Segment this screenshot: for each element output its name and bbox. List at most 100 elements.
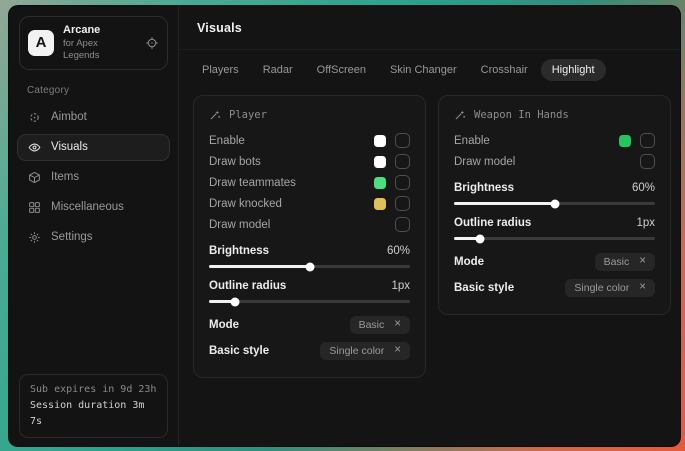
page-title: Visuals xyxy=(197,21,242,35)
panel-player: Player Enable Draw bots Draw teammates D… xyxy=(193,95,426,378)
select-row-basic-style: Basic style Single color × xyxy=(454,275,655,301)
panel-rows: Enable Draw bots Draw teammates Draw kno… xyxy=(209,130,410,364)
remove-option-icon[interactable]: × xyxy=(639,256,646,268)
slider-value: 60% xyxy=(632,182,655,194)
tab-radar[interactable]: Radar xyxy=(252,59,304,81)
chip-label: Single color xyxy=(329,345,384,357)
main-header: Visuals xyxy=(179,6,680,50)
slider-value: 1px xyxy=(391,280,410,292)
sidebar-item-label: Miscellaneous xyxy=(51,201,124,213)
slider-track[interactable] xyxy=(209,265,410,268)
toggle-row-draw-teammates: Draw teammates xyxy=(209,172,410,193)
desktop-background: A Arcane for Apex Legends Category Aimbo… xyxy=(0,0,685,451)
toggle-label: Enable xyxy=(454,135,490,147)
select-label: Basic style xyxy=(209,345,269,357)
app-title: Arcane xyxy=(63,24,136,38)
eye-icon xyxy=(28,141,41,154)
slider-thumb[interactable] xyxy=(550,199,559,208)
remove-option-icon[interactable]: × xyxy=(394,345,401,357)
remove-option-icon[interactable]: × xyxy=(639,282,646,294)
sidebar: A Arcane for Apex Legends Category Aimbo… xyxy=(9,6,179,446)
select-label: Basic style xyxy=(454,282,514,294)
slider-thumb[interactable] xyxy=(305,262,314,271)
app-subtitle: for Apex Legends xyxy=(63,38,136,62)
selected-option-chip[interactable]: Single color × xyxy=(320,342,410,360)
selected-option-chip[interactable]: Basic × xyxy=(350,316,410,334)
color-swatch[interactable] xyxy=(374,198,386,210)
slider-track[interactable] xyxy=(454,237,655,240)
slider-track[interactable] xyxy=(209,300,410,303)
checkbox[interactable] xyxy=(395,133,410,148)
panel-title: Weapon In Hands xyxy=(474,109,569,121)
sidebar-item-settings[interactable]: Settings xyxy=(17,224,170,251)
slider-thumb[interactable] xyxy=(231,297,240,306)
color-swatch[interactable] xyxy=(374,135,386,147)
tab-skin-changer[interactable]: Skin Changer xyxy=(379,59,468,81)
toggle-row-draw-model: Draw model xyxy=(209,214,410,235)
remove-option-icon[interactable]: × xyxy=(394,319,401,331)
toggle-row-draw-knocked: Draw knocked xyxy=(209,193,410,214)
color-swatch[interactable] xyxy=(374,156,386,168)
toggle-row-enable: Enable xyxy=(209,130,410,151)
select-label: Mode xyxy=(454,256,484,268)
tab-crosshair[interactable]: Crosshair xyxy=(470,59,539,81)
panel-title: Player xyxy=(229,109,267,121)
checkbox[interactable] xyxy=(395,217,410,232)
slider-row-outline-radius: Outline radius 1px xyxy=(454,214,655,240)
select-row-basic-style: Basic style Single color × xyxy=(209,338,410,364)
crosshair-icon xyxy=(28,111,41,124)
wand-icon xyxy=(209,109,221,121)
slider-row-outline-radius: Outline radius 1px xyxy=(209,277,410,303)
sidebar-nav: Aimbot Visuals Items Miscellaneous Setti… xyxy=(9,104,178,251)
panel-rows: Enable Draw model Brightness 60% Outline… xyxy=(454,130,655,301)
toggle-label: Draw knocked xyxy=(209,198,282,210)
checkbox[interactable] xyxy=(395,175,410,190)
slider-label: Outline radius xyxy=(454,217,531,229)
tab-highlight[interactable]: Highlight xyxy=(541,59,606,81)
tab-bar: PlayersRadarOffScreenSkin ChangerCrossha… xyxy=(179,50,680,87)
sidebar-item-aimbot[interactable]: Aimbot xyxy=(17,104,170,131)
toggle-label: Draw model xyxy=(209,219,270,231)
sidebar-item-label: Visuals xyxy=(51,141,88,153)
toggle-row-enable: Enable xyxy=(454,130,655,151)
app-meta: Arcane for Apex Legends xyxy=(63,24,136,62)
slider-row-brightness: Brightness 60% xyxy=(209,242,410,268)
chip-label: Single color xyxy=(574,282,629,294)
target-icon[interactable] xyxy=(145,36,159,50)
slider-track[interactable] xyxy=(454,202,655,205)
sidebar-item-label: Settings xyxy=(51,231,93,243)
slider-value: 1px xyxy=(636,217,655,229)
select-row-mode: Mode Basic × xyxy=(454,249,655,275)
chip-label: Basic xyxy=(359,319,385,331)
checkbox[interactable] xyxy=(395,154,410,169)
sidebar-item-miscellaneous[interactable]: Miscellaneous xyxy=(17,194,170,221)
checkbox[interactable] xyxy=(395,196,410,211)
toggle-label: Draw bots xyxy=(209,156,261,168)
slider-fill xyxy=(454,202,555,205)
panels-container: Player Enable Draw bots Draw teammates D… xyxy=(179,87,680,386)
toggle-label: Draw model xyxy=(454,156,515,168)
selected-option-chip[interactable]: Basic × xyxy=(595,253,655,271)
color-swatch[interactable] xyxy=(374,177,386,189)
tab-players[interactable]: Players xyxy=(191,59,250,81)
app-header-card: A Arcane for Apex Legends xyxy=(19,16,168,70)
checkbox[interactable] xyxy=(640,154,655,169)
selected-option-chip[interactable]: Single color × xyxy=(565,279,655,297)
checkbox[interactable] xyxy=(640,133,655,148)
color-swatch[interactable] xyxy=(619,135,631,147)
select-label: Mode xyxy=(209,319,239,331)
panel-header: Player xyxy=(209,109,410,121)
sidebar-item-items[interactable]: Items xyxy=(17,164,170,191)
grid-icon xyxy=(28,201,41,214)
app-window: A Arcane for Apex Legends Category Aimbo… xyxy=(8,5,681,447)
slider-label: Brightness xyxy=(209,245,269,257)
cube-icon xyxy=(28,171,41,184)
slider-fill xyxy=(209,265,310,268)
sidebar-item-label: Aimbot xyxy=(51,111,87,123)
slider-thumb[interactable] xyxy=(476,234,485,243)
slider-value: 60% xyxy=(387,245,410,257)
toggle-label: Draw teammates xyxy=(209,177,296,189)
tab-offscreen[interactable]: OffScreen xyxy=(306,59,377,81)
category-label: Category xyxy=(27,85,160,96)
sidebar-item-visuals[interactable]: Visuals xyxy=(17,134,170,161)
